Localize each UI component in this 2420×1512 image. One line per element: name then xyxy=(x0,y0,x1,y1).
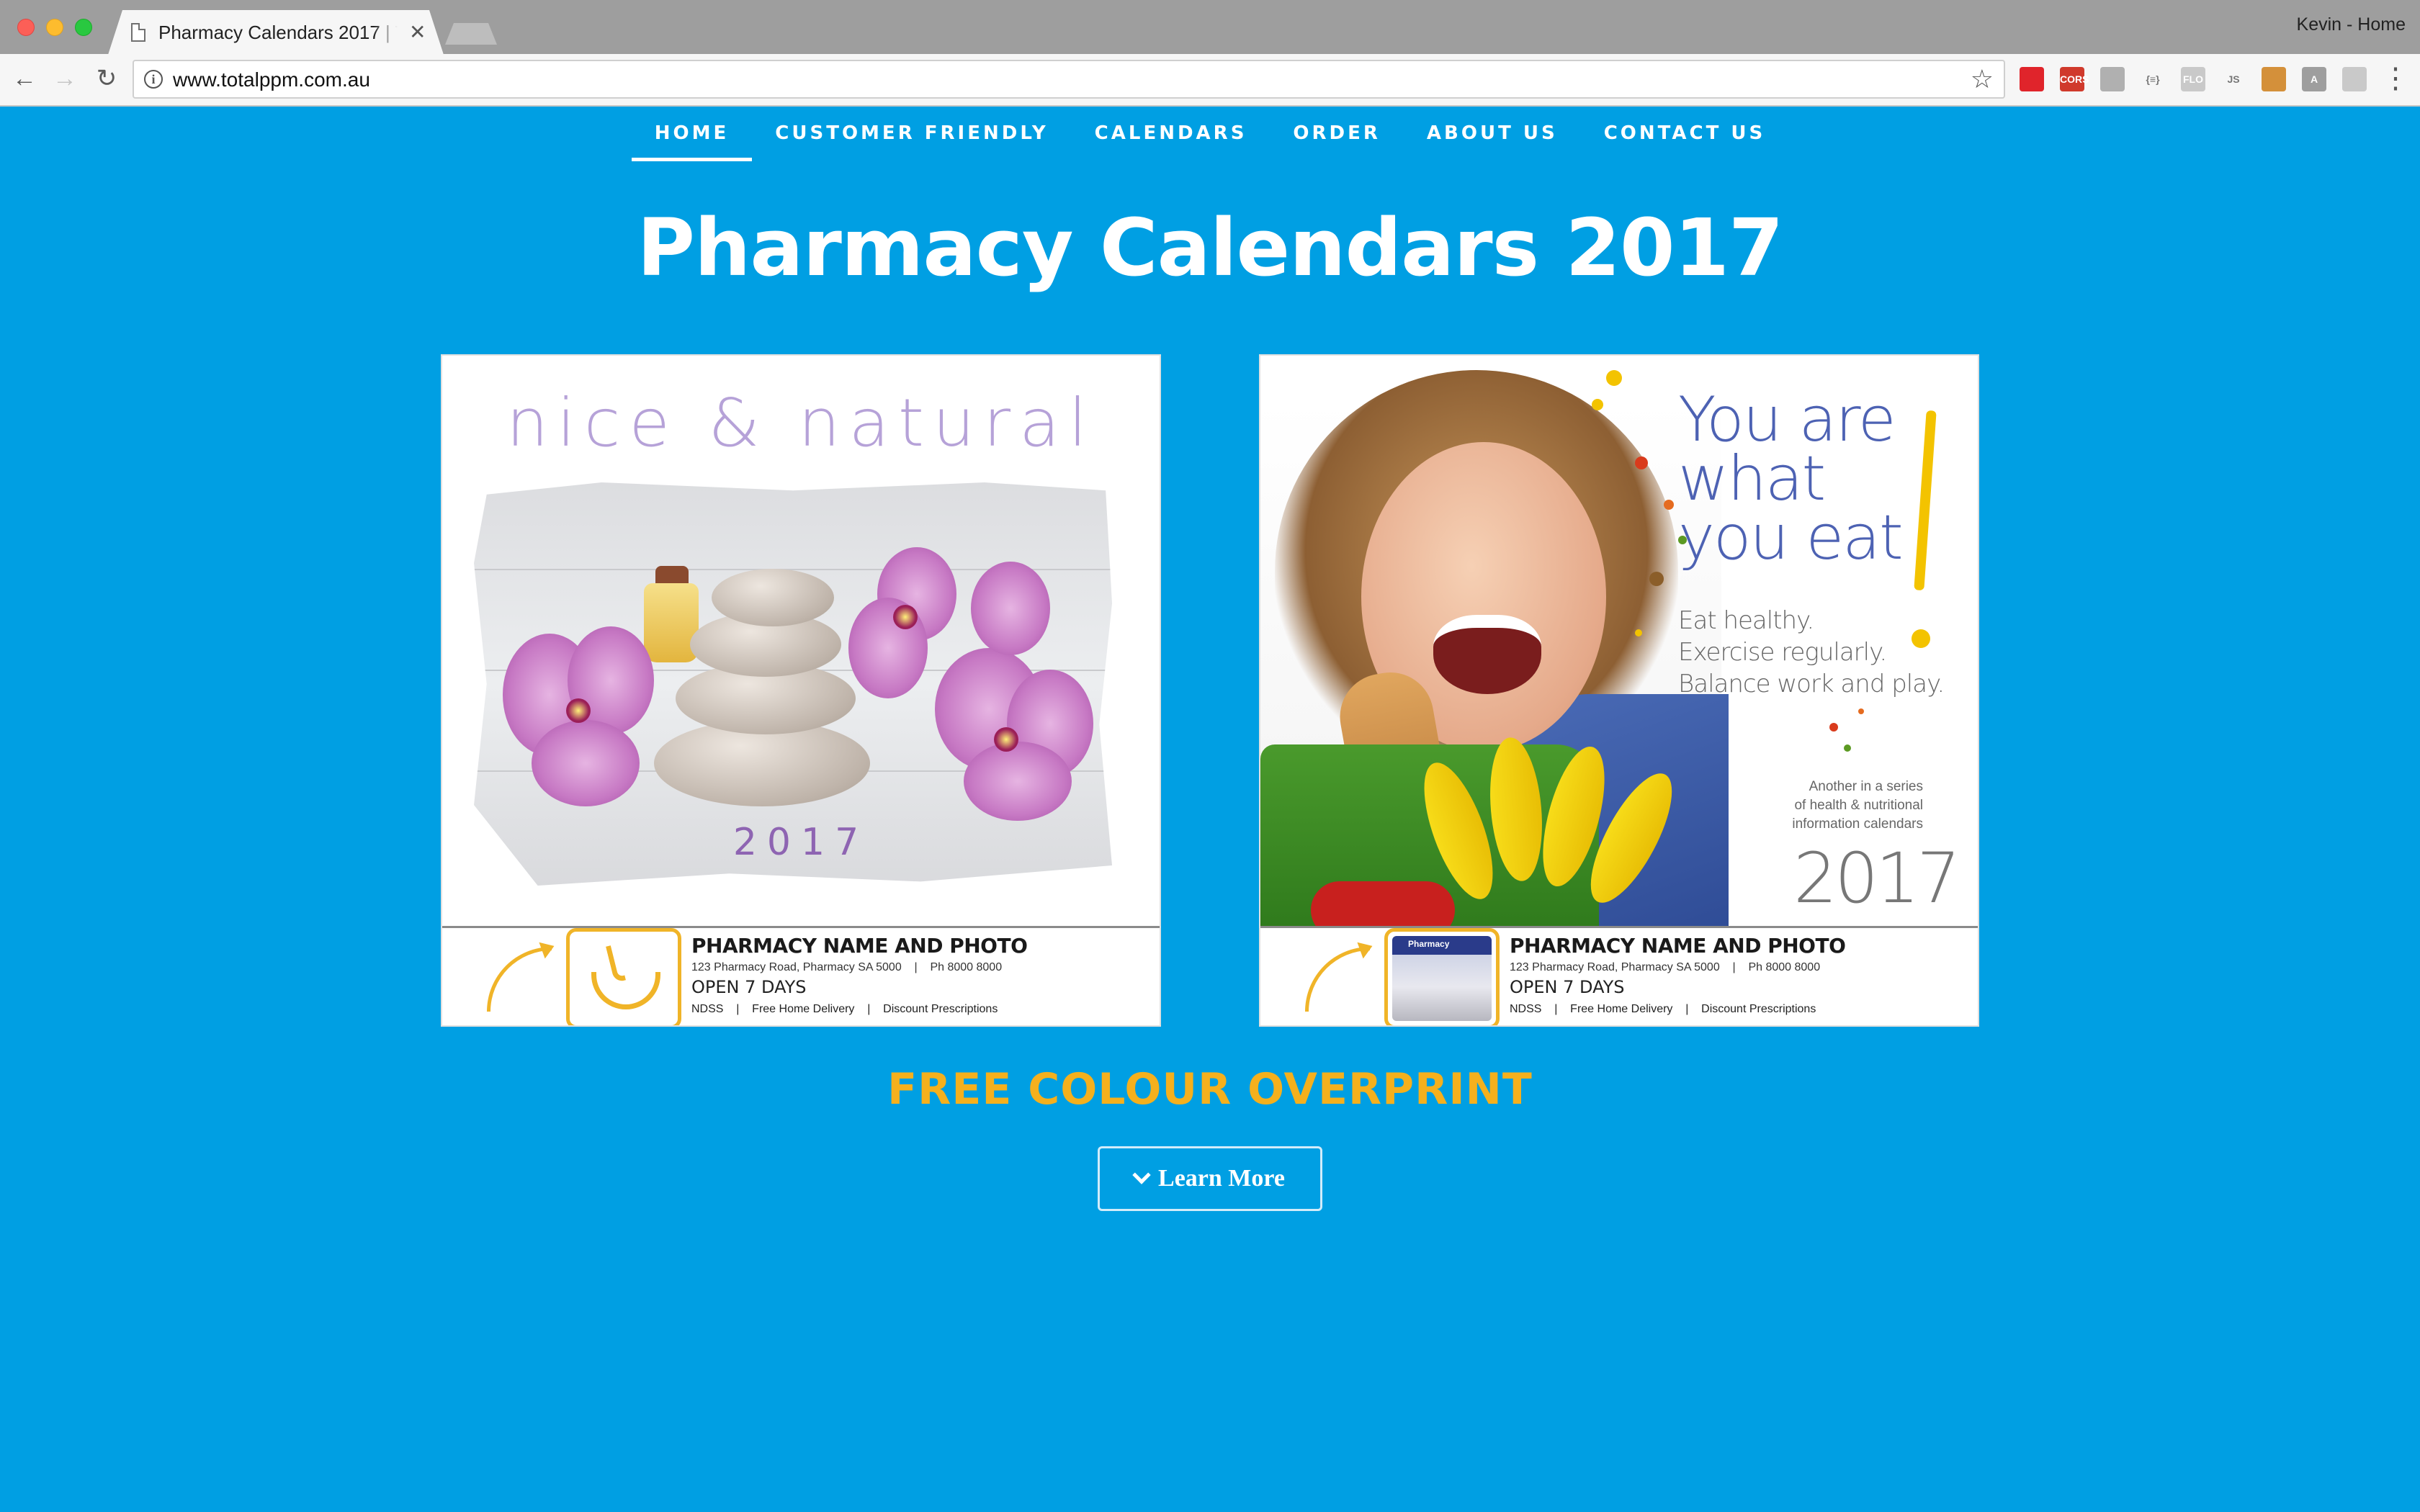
promo-headline: FREE COLOUR OVERPRINT xyxy=(887,1064,1533,1115)
zoom-window-button[interactable] xyxy=(75,19,92,36)
js-icon[interactable]: JS xyxy=(2221,67,2246,91)
laughing-woman-groceries-image xyxy=(1260,356,1729,939)
pharmacy-services: NDSS | Free Home Delivery | Discount Pre… xyxy=(691,1003,998,1015)
opera-icon[interactable] xyxy=(2020,67,2044,91)
new-tab-button[interactable] xyxy=(445,23,497,45)
cors-icon[interactable]: CORS xyxy=(2060,67,2089,91)
site-navigation: HOME CUSTOMER FRIENDLY CALENDARS ORDER A… xyxy=(0,107,2420,164)
drive-icon[interactable] xyxy=(2100,67,2125,91)
nav-item-order[interactable]: ORDER xyxy=(1270,107,1404,161)
pharmacy-name: PHARMACY NAME AND PHOTO xyxy=(691,934,1028,958)
chevron-down-icon xyxy=(1132,1166,1151,1184)
json-icon[interactable]: {≡} xyxy=(2141,67,2165,91)
flo-icon[interactable]: FLO xyxy=(2181,67,2205,91)
address-bar[interactable]: i www.totalppm.com.au ☆ xyxy=(133,60,2005,99)
cookie-icon[interactable] xyxy=(2262,67,2286,91)
nav-item-about-us[interactable]: ABOUT US xyxy=(1404,107,1581,161)
calendar-headline: You are what you eat xyxy=(1678,384,1904,574)
tab-title: Pharmacy Calendars 2017 | Total PPM xyxy=(158,22,398,43)
exclamation-mark-decoration xyxy=(1914,410,1937,591)
translate-icon[interactable]: A xyxy=(2302,67,2326,91)
arrow-decoration xyxy=(487,947,552,1012)
calendar-title: nice & natural xyxy=(506,384,1096,462)
calendar-year: 2017 xyxy=(732,821,869,864)
browser-tab-active[interactable]: Pharmacy Calendars 2017 | Total PPM ✕ xyxy=(108,10,444,55)
page-title: Pharmacy Calendars 2017 xyxy=(637,202,1783,294)
mortar-pestle-logo-icon xyxy=(566,928,681,1025)
nav-item-customer-friendly[interactable]: CUSTOMER FRIENDLY xyxy=(752,107,1071,161)
page-icon xyxy=(131,23,145,42)
nav-item-calendars[interactable]: CALENDARS xyxy=(1072,107,1270,161)
nav-item-contact-us[interactable]: CONTACT US xyxy=(1581,107,1789,161)
arrow-decoration xyxy=(1305,947,1370,1012)
calendar-tagline: Eat healthy. Exercise regularly. Balance… xyxy=(1678,606,1945,698)
calendar-card-nice-natural[interactable]: nice & natural 2017 PHARMACY NAME AND PH… xyxy=(441,354,1161,1027)
close-window-button[interactable] xyxy=(17,19,35,36)
pharmacy-hours: OPEN 7 DAYS xyxy=(691,977,807,997)
calendar-overprint-footer: PHARMACY NAME AND PHOTO 123 Pharmacy Roa… xyxy=(442,926,1160,1025)
series-note: Another in a series of health & nutritio… xyxy=(1792,779,1923,832)
learn-more-label: Learn More xyxy=(1158,1165,1285,1192)
forward-arrow-icon[interactable]: → xyxy=(49,63,81,94)
tab-close-icon[interactable]: ✕ xyxy=(409,20,426,44)
bookmark-star-icon[interactable]: ☆ xyxy=(1971,64,1994,94)
profile-name[interactable]: Kevin - Home xyxy=(2297,14,2406,35)
pharmacy-hours: OPEN 7 DAYS xyxy=(1510,977,1625,997)
calendar-card-you-are-what-you-eat[interactable]: You are what you eat Eat healthy. Exerci… xyxy=(1259,354,1979,1027)
pharmacy-address: 123 Pharmacy Road, Pharmacy SA 5000 | Ph… xyxy=(691,961,1003,973)
reload-icon[interactable]: ↻ xyxy=(91,63,122,94)
browser-toolbar: ← → ↻ i www.totalppm.com.au ☆ CORS {≡} FLO… xyxy=(0,54,2420,107)
url-text[interactable]: www.totalppm.com.au xyxy=(173,68,370,91)
pharmacy-address: 123 Pharmacy Road, Pharmacy SA 5000 | Ph… xyxy=(1510,961,1821,973)
grid-icon[interactable] xyxy=(2342,67,2367,91)
pharmacy-name: PHARMACY NAME AND PHOTO xyxy=(1510,934,1846,958)
nav-item-home[interactable]: HOME xyxy=(631,107,753,161)
learn-more-button[interactable]: Learn More xyxy=(1098,1146,1322,1211)
browser-titlebar: Pharmacy Calendars 2017 | Total PPM ✕ Ke… xyxy=(0,0,2420,55)
store-sign: Pharmacy xyxy=(1408,939,1450,949)
info-icon[interactable]: i xyxy=(144,70,163,89)
calendar-year: 2017 xyxy=(1793,838,1960,919)
pharmacy-store-photo: Pharmacy xyxy=(1384,928,1500,1025)
menu-kebab-icon[interactable]: ⋮ xyxy=(2381,63,2410,94)
calendar-overprint-footer: Pharmacy PHARMACY NAME AND PHOTO 123 Pha… xyxy=(1260,926,1978,1025)
back-arrow-icon[interactable]: ← xyxy=(9,63,40,94)
minimize-window-button[interactable] xyxy=(46,19,63,36)
pharmacy-services: NDSS | Free Home Delivery | Discount Pre… xyxy=(1510,1003,1816,1015)
